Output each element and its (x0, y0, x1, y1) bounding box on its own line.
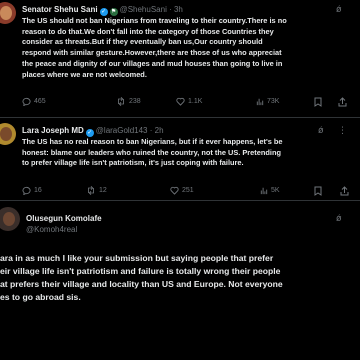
author-name[interactable]: Senator Shehu Sani (22, 5, 98, 14)
bookmark-icon[interactable] (314, 186, 322, 196)
tweet-header: Olusegun Komolafe (26, 214, 102, 224)
views-count: 73K (267, 98, 280, 105)
more-icon[interactable]: ⋮ (338, 125, 347, 135)
verified-badge-icon: ✓ (99, 8, 108, 16)
author-handle[interactable]: @laraGold143 · 2h (96, 126, 164, 135)
author-handle[interactable]: @Komoh4real (26, 225, 77, 234)
author-handle[interactable]: @ShehuSani · 3h (120, 5, 183, 14)
repost-count: 12 (99, 187, 107, 194)
tweet-text: The US should not ban Nigerians from tra… (22, 16, 360, 80)
reply-button[interactable]: 465 (22, 97, 46, 106)
tweet-line: the peace and dignity of our villages an… (22, 58, 283, 68)
tweet-line: places where we are not welcomed. (22, 69, 147, 79)
views-icon (260, 187, 268, 195)
tweet-header: Senator Shehu Sani ✓ ⚑ @ShehuSani · 3h (22, 5, 183, 16)
reply-icon (22, 97, 31, 106)
views-count: 5K (271, 187, 280, 194)
repost-icon (118, 97, 124, 106)
like-count: 251 (182, 187, 194, 194)
tweet-line: The US has no real reason to ban Nigeria… (22, 137, 283, 146)
reply-text: ara in as much I like your submission bu… (0, 252, 360, 304)
author-name[interactable]: Olusegun Komolafe (26, 214, 102, 223)
repost-button[interactable]: 12 (86, 186, 107, 195)
heart-icon (170, 186, 179, 195)
repost-count: 238 (129, 98, 141, 105)
reply-line: at prefers their village and locality th… (0, 279, 283, 289)
reply-button[interactable]: 16 (22, 186, 42, 195)
like-count: 1.1K (188, 98, 203, 105)
tweet-line: respond with similar gesture.However,the… (22, 48, 282, 58)
reply-line: ara in as much I like your submission bu… (0, 253, 274, 263)
reply-count: 465 (34, 98, 46, 105)
grok-icon[interactable]: ǿ (336, 213, 342, 223)
share-icon[interactable] (338, 97, 347, 107)
reply-line: eir village life isn't patriotism and fa… (0, 266, 281, 276)
screen: Senator Shehu Sani ✓ ⚑ @ShehuSani · 3h ǿ Th… (0, 0, 360, 360)
avatar[interactable] (0, 207, 20, 231)
author-name[interactable]: Lara Joseph MD (22, 126, 84, 135)
verified-badge-icon: ⚑ (109, 8, 118, 16)
views-button[interactable]: 73K (256, 97, 279, 106)
views-button[interactable]: 5K (260, 186, 280, 195)
avatar[interactable] (0, 123, 16, 145)
tweet-line: The US should not ban Nigerians from tra… (22, 16, 287, 25)
bookmark-icon[interactable] (314, 97, 322, 107)
tweet-line: honest: blame our leaders who ruined the… (22, 147, 281, 157)
tweet-line: consider as threats.But if they eventual… (22, 37, 263, 47)
verified-badge-icon: ✓ (85, 129, 94, 137)
grok-icon[interactable]: ǿ (336, 4, 342, 14)
like-button[interactable]: 1.1K (176, 97, 202, 106)
tweet-olusegun-komolafe[interactable]: Olusegun Komolafe @Komoh4real ǿ (0, 201, 360, 241)
tweet-header: Lara Joseph MD ✓ @laraGold143 · 2h (22, 126, 164, 137)
avatar[interactable] (0, 2, 16, 24)
repost-button[interactable]: 238 (116, 97, 141, 106)
reply-line: es to go abroad sis. (0, 292, 81, 302)
grok-icon[interactable]: ǿ (318, 125, 324, 135)
author-handle-row: @Komoh4real (26, 225, 77, 235)
tweet-actions: 16 12 251 5K (22, 186, 360, 198)
tweet-line: reason to do that.We don't fall into the… (22, 26, 274, 36)
share-icon[interactable] (340, 186, 349, 196)
tweet-text: The US has no real reason to ban Nigeria… (22, 137, 360, 169)
reply-icon (22, 186, 31, 195)
tweet-shehu-sani[interactable]: Senator Shehu Sani ✓ ⚑ @ShehuSani · 3h ǿ Th… (0, 0, 360, 116)
tweet-line: to prefer village life isn't patriotism,… (22, 158, 244, 168)
heart-icon (176, 97, 185, 106)
repost-icon (88, 186, 94, 195)
views-icon (256, 98, 264, 106)
like-button[interactable]: 251 (170, 186, 194, 195)
reply-count: 16 (34, 187, 42, 194)
tweet-actions: 465 238 1.1K 73K (22, 97, 360, 109)
